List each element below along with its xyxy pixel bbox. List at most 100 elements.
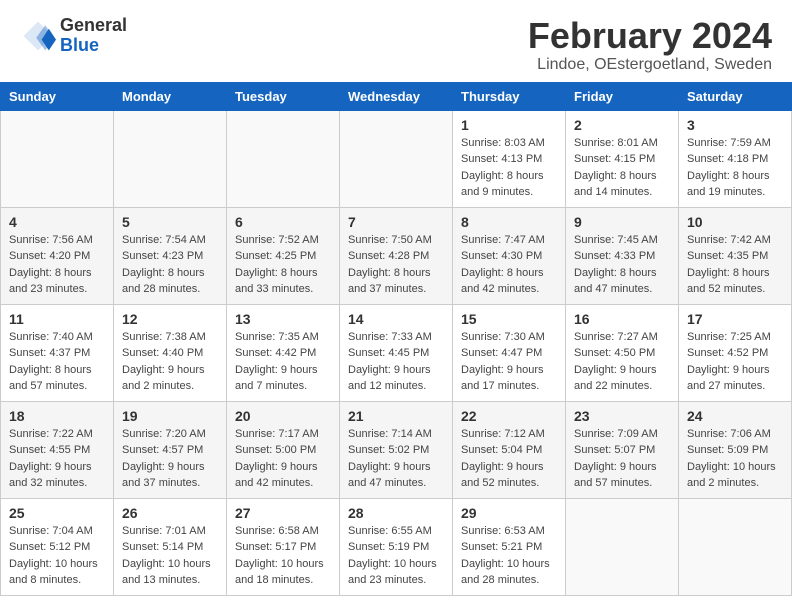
day-detail: Sunrise: 8:03 AMSunset: 4:13 PMDaylight:…	[461, 135, 557, 201]
day-number: 9	[574, 214, 670, 230]
calendar-cell: 2 Sunrise: 8:01 AMSunset: 4:15 PMDaylight…	[566, 110, 679, 207]
day-detail: Sunrise: 6:58 AMSunset: 5:17 PMDaylight:…	[235, 523, 331, 589]
calendar-cell: 5 Sunrise: 7:54 AMSunset: 4:23 PMDaylight…	[114, 207, 227, 304]
day-detail: Sunrise: 7:22 AMSunset: 4:55 PMDaylight:…	[9, 426, 105, 492]
day-detail: Sunrise: 7:14 AMSunset: 5:02 PMDaylight:…	[348, 426, 444, 492]
day-detail: Sunrise: 7:09 AMSunset: 5:07 PMDaylight:…	[574, 426, 670, 492]
logo-general: General	[60, 16, 127, 36]
calendar-cell: 13 Sunrise: 7:35 AMSunset: 4:42 PMDayligh…	[227, 304, 340, 401]
day-number: 1	[461, 117, 557, 133]
day-number: 29	[461, 505, 557, 521]
calendar-cell: 23 Sunrise: 7:09 AMSunset: 5:07 PMDayligh…	[566, 401, 679, 498]
weekday-header-friday: Friday	[566, 82, 679, 110]
day-detail: Sunrise: 7:20 AMSunset: 4:57 PMDaylight:…	[122, 426, 218, 492]
day-number: 19	[122, 408, 218, 424]
day-number: 6	[235, 214, 331, 230]
calendar-cell: 15 Sunrise: 7:30 AMSunset: 4:47 PMDayligh…	[453, 304, 566, 401]
day-number: 22	[461, 408, 557, 424]
calendar-cell	[566, 498, 679, 595]
day-number: 24	[687, 408, 783, 424]
day-detail: Sunrise: 7:50 AMSunset: 4:28 PMDaylight:…	[348, 232, 444, 298]
day-number: 2	[574, 117, 670, 133]
day-number: 18	[9, 408, 105, 424]
calendar-cell: 3 Sunrise: 7:59 AMSunset: 4:18 PMDaylight…	[679, 110, 792, 207]
day-number: 3	[687, 117, 783, 133]
calendar-cell: 22 Sunrise: 7:12 AMSunset: 5:04 PMDayligh…	[453, 401, 566, 498]
page-header: General Blue February 2024 Lindoe, OEste…	[0, 0, 792, 82]
logo: General Blue	[20, 16, 127, 56]
day-detail: Sunrise: 7:30 AMSunset: 4:47 PMDaylight:…	[461, 329, 557, 395]
day-detail: Sunrise: 7:06 AMSunset: 5:09 PMDaylight:…	[687, 426, 783, 492]
logo-text: General Blue	[60, 16, 127, 56]
day-number: 23	[574, 408, 670, 424]
calendar-cell	[340, 110, 453, 207]
day-detail: Sunrise: 7:54 AMSunset: 4:23 PMDaylight:…	[122, 232, 218, 298]
calendar: SundayMondayTuesdayWednesdayThursdayFrid…	[0, 82, 792, 596]
day-number: 14	[348, 311, 444, 327]
day-detail: Sunrise: 6:53 AMSunset: 5:21 PMDaylight:…	[461, 523, 557, 589]
day-number: 15	[461, 311, 557, 327]
day-detail: Sunrise: 7:35 AMSunset: 4:42 PMDaylight:…	[235, 329, 331, 395]
calendar-cell: 1 Sunrise: 8:03 AMSunset: 4:13 PMDaylight…	[453, 110, 566, 207]
calendar-cell: 9 Sunrise: 7:45 AMSunset: 4:33 PMDaylight…	[566, 207, 679, 304]
day-number: 10	[687, 214, 783, 230]
calendar-cell	[114, 110, 227, 207]
calendar-cell: 26 Sunrise: 7:01 AMSunset: 5:14 PMDayligh…	[114, 498, 227, 595]
calendar-week-row: 1 Sunrise: 8:03 AMSunset: 4:13 PMDaylight…	[1, 110, 792, 207]
day-detail: Sunrise: 7:42 AMSunset: 4:35 PMDaylight:…	[687, 232, 783, 298]
day-detail: Sunrise: 7:17 AMSunset: 5:00 PMDaylight:…	[235, 426, 331, 492]
day-number: 4	[9, 214, 105, 230]
calendar-cell: 11 Sunrise: 7:40 AMSunset: 4:37 PMDayligh…	[1, 304, 114, 401]
weekday-header-monday: Monday	[114, 82, 227, 110]
calendar-week-row: 18 Sunrise: 7:22 AMSunset: 4:55 PMDayligh…	[1, 401, 792, 498]
day-number: 13	[235, 311, 331, 327]
calendar-week-row: 4 Sunrise: 7:56 AMSunset: 4:20 PMDaylight…	[1, 207, 792, 304]
day-detail: Sunrise: 7:59 AMSunset: 4:18 PMDaylight:…	[687, 135, 783, 201]
calendar-cell: 4 Sunrise: 7:56 AMSunset: 4:20 PMDaylight…	[1, 207, 114, 304]
calendar-cell: 18 Sunrise: 7:22 AMSunset: 4:55 PMDayligh…	[1, 401, 114, 498]
day-detail: Sunrise: 8:01 AMSunset: 4:15 PMDaylight:…	[574, 135, 670, 201]
day-number: 16	[574, 311, 670, 327]
day-number: 7	[348, 214, 444, 230]
day-number: 27	[235, 505, 331, 521]
day-detail: Sunrise: 7:40 AMSunset: 4:37 PMDaylight:…	[9, 329, 105, 395]
calendar-cell: 10 Sunrise: 7:42 AMSunset: 4:35 PMDayligh…	[679, 207, 792, 304]
day-number: 25	[9, 505, 105, 521]
calendar-cell: 24 Sunrise: 7:06 AMSunset: 5:09 PMDayligh…	[679, 401, 792, 498]
weekday-header-saturday: Saturday	[679, 82, 792, 110]
day-detail: Sunrise: 7:45 AMSunset: 4:33 PMDaylight:…	[574, 232, 670, 298]
day-number: 11	[9, 311, 105, 327]
day-detail: Sunrise: 7:27 AMSunset: 4:50 PMDaylight:…	[574, 329, 670, 395]
calendar-cell: 25 Sunrise: 7:04 AMSunset: 5:12 PMDayligh…	[1, 498, 114, 595]
weekday-header-sunday: Sunday	[1, 82, 114, 110]
weekday-header-thursday: Thursday	[453, 82, 566, 110]
calendar-week-row: 25 Sunrise: 7:04 AMSunset: 5:12 PMDayligh…	[1, 498, 792, 595]
day-number: 5	[122, 214, 218, 230]
calendar-cell: 27 Sunrise: 6:58 AMSunset: 5:17 PMDayligh…	[227, 498, 340, 595]
weekday-header-row: SundayMondayTuesdayWednesdayThursdayFrid…	[1, 82, 792, 110]
calendar-cell: 6Sunrise: 7:52 AMSunset: 4:25 PMDaylight…	[227, 207, 340, 304]
weekday-header-wednesday: Wednesday	[340, 82, 453, 110]
logo-blue: Blue	[60, 36, 127, 56]
day-detail: Sunrise: 7:12 AMSunset: 5:04 PMDaylight:…	[461, 426, 557, 492]
day-detail: Sunrise: 7:04 AMSunset: 5:12 PMDaylight:…	[9, 523, 105, 589]
calendar-cell: 28Sunrise: 6:55 AMSunset: 5:19 PMDayligh…	[340, 498, 453, 595]
calendar-cell: 17Sunrise: 7:25 AMSunset: 4:52 PMDayligh…	[679, 304, 792, 401]
calendar-week-row: 11 Sunrise: 7:40 AMSunset: 4:37 PMDayligh…	[1, 304, 792, 401]
calendar-cell: 12 Sunrise: 7:38 AMSunset: 4:40 PMDayligh…	[114, 304, 227, 401]
calendar-cell: 16 Sunrise: 7:27 AMSunset: 4:50 PMDayligh…	[566, 304, 679, 401]
day-detail: Sunrise: 7:56 AMSunset: 4:20 PMDaylight:…	[9, 232, 105, 298]
calendar-cell: 8Sunrise: 7:47 AMSunset: 4:30 PMDaylight…	[453, 207, 566, 304]
calendar-cell: 19 Sunrise: 7:20 AMSunset: 4:57 PMDayligh…	[114, 401, 227, 498]
day-number: 26	[122, 505, 218, 521]
day-detail: Sunrise: 7:01 AMSunset: 5:14 PMDaylight:…	[122, 523, 218, 589]
day-number: 17	[687, 311, 783, 327]
calendar-cell: 7 Sunrise: 7:50 AMSunset: 4:28 PMDaylight…	[340, 207, 453, 304]
weekday-header-tuesday: Tuesday	[227, 82, 340, 110]
calendar-cell	[227, 110, 340, 207]
day-number: 12	[122, 311, 218, 327]
day-number: 21	[348, 408, 444, 424]
calendar-cell	[1, 110, 114, 207]
calendar-cell: 20Sunrise: 7:17 AMSunset: 5:00 PMDayligh…	[227, 401, 340, 498]
day-detail: Sunrise: 7:38 AMSunset: 4:40 PMDaylight:…	[122, 329, 218, 395]
